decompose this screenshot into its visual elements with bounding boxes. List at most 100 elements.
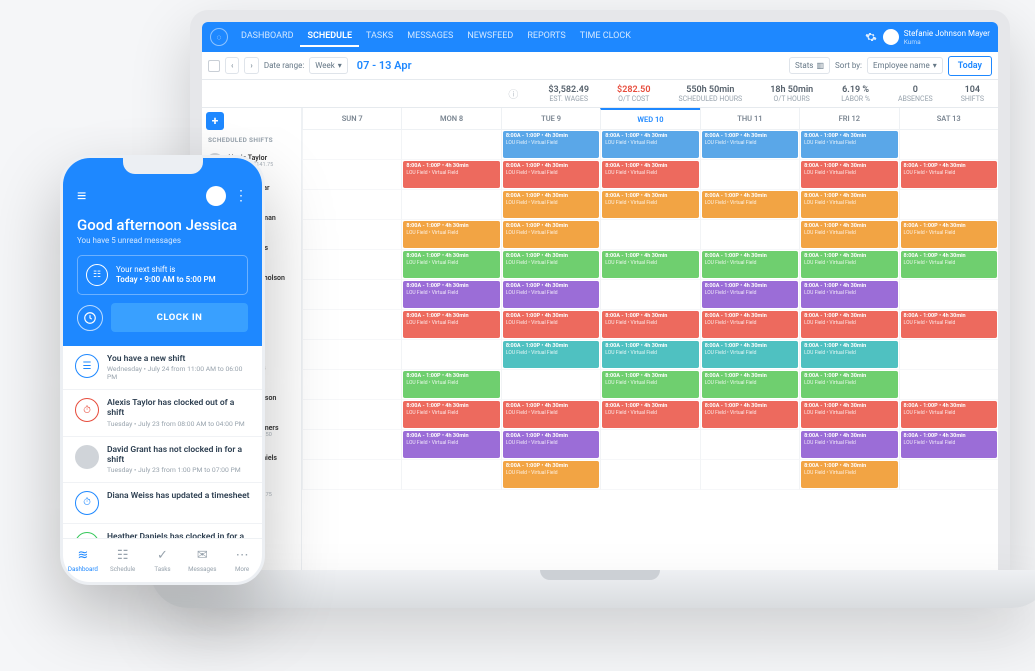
shift-block[interactable]: 8:00A - 1:00P • 4h 30minLOU Field • Virt… xyxy=(702,251,798,278)
shift-block[interactable]: 8:00A - 1:00P • 4h 30minLOU Field • Virt… xyxy=(901,431,997,458)
shift-cell[interactable]: 8:00A - 1:00P • 4h 30minLOU Field • Virt… xyxy=(700,130,799,160)
shift-cell[interactable] xyxy=(700,160,799,190)
shift-cell[interactable]: 8:00A - 1:00P • 4h 30minLOU Field • Virt… xyxy=(501,250,600,280)
shift-cell[interactable]: 8:00A - 1:00P • 4h 30minLOU Field • Virt… xyxy=(600,190,699,220)
shift-cell[interactable]: 8:00A - 1:00P • 4h 30minLOU Field • Virt… xyxy=(501,190,600,220)
shift-block[interactable]: 8:00A - 1:00P • 4h 30minLOU Field • Virt… xyxy=(702,311,798,338)
shift-cell[interactable] xyxy=(401,340,500,370)
shift-cell[interactable]: 8:00A - 1:00P • 4h 30minLOU Field • Virt… xyxy=(501,220,600,250)
shift-cell[interactable]: 8:00A - 1:00P • 4h 30minLOU Field • Virt… xyxy=(799,310,898,340)
shift-cell[interactable] xyxy=(302,220,401,250)
shift-block[interactable]: 8:00A - 1:00P • 4h 30minLOU Field • Virt… xyxy=(602,371,698,398)
day-header[interactable]: WED 10 xyxy=(600,108,699,129)
shift-cell[interactable] xyxy=(899,190,998,220)
shift-block[interactable]: 8:00A - 1:00P • 4h 30minLOU Field • Virt… xyxy=(801,281,897,308)
shift-cell[interactable] xyxy=(899,280,998,310)
shift-cell[interactable]: 8:00A - 1:00P • 4h 30minLOU Field • Virt… xyxy=(401,430,500,460)
shift-block[interactable]: 8:00A - 1:00P • 4h 30minLOU Field • Virt… xyxy=(702,371,798,398)
shift-block[interactable]: 8:00A - 1:00P • 4h 30minLOU Field • Virt… xyxy=(801,371,897,398)
day-header[interactable]: FRI 12 xyxy=(799,108,898,129)
shift-block[interactable]: 8:00A - 1:00P • 4h 30minLOU Field • Virt… xyxy=(403,251,499,278)
shift-block[interactable]: 8:00A - 1:00P • 4h 30minLOU Field • Virt… xyxy=(602,251,698,278)
nav-tab-dashboard[interactable]: DASHBOARD xyxy=(234,27,300,47)
shift-cell[interactable]: 8:00A - 1:00P • 4h 30minLOU Field • Virt… xyxy=(899,430,998,460)
shift-cell[interactable] xyxy=(700,220,799,250)
feed-item[interactable]: ☰You have a new shiftWednesday • July 24… xyxy=(63,346,262,390)
day-header[interactable]: SUN 7 xyxy=(302,108,401,129)
shift-cell[interactable]: 8:00A - 1:00P • 4h 30minLOU Field • Virt… xyxy=(401,160,500,190)
activity-feed[interactable]: ☰You have a new shiftWednesday • July 24… xyxy=(63,346,262,538)
shift-cell[interactable] xyxy=(600,460,699,490)
shift-block[interactable]: 8:00A - 1:00P • 4h 30minLOU Field • Virt… xyxy=(602,191,698,218)
shift-block[interactable]: 8:00A - 1:00P • 4h 30minLOU Field • Virt… xyxy=(503,131,599,158)
feed-item[interactable]: ⏱Alexis Taylor has clocked out of a shif… xyxy=(63,390,262,436)
shift-cell[interactable] xyxy=(899,370,998,400)
shift-cell[interactable]: 8:00A - 1:00P • 4h 30minLOU Field • Virt… xyxy=(501,340,600,370)
shift-cell[interactable]: 8:00A - 1:00P • 4h 30minLOU Field • Virt… xyxy=(501,460,600,490)
shift-cell[interactable] xyxy=(302,190,401,220)
bottom-nav-dashboard[interactable]: ≋Dashboard xyxy=(63,539,103,582)
shift-cell[interactable]: 8:00A - 1:00P • 4h 30minLOU Field • Virt… xyxy=(600,250,699,280)
shift-cell[interactable]: 8:00A - 1:00P • 4h 30minLOU Field • Virt… xyxy=(899,250,998,280)
shift-cell[interactable]: 8:00A - 1:00P • 4h 30minLOU Field • Virt… xyxy=(600,400,699,430)
shift-block[interactable]: 8:00A - 1:00P • 4h 30minLOU Field • Virt… xyxy=(801,251,897,278)
shift-block[interactable]: 8:00A - 1:00P • 4h 30minLOU Field • Virt… xyxy=(901,311,997,338)
shift-block[interactable]: 8:00A - 1:00P • 4h 30minLOU Field • Virt… xyxy=(503,311,599,338)
shift-cell[interactable]: 8:00A - 1:00P • 4h 30minLOU Field • Virt… xyxy=(799,130,898,160)
bottom-nav-messages[interactable]: ✉Messages xyxy=(182,539,222,582)
nav-tab-tasks[interactable]: TASKS xyxy=(359,27,400,47)
avatar-icon[interactable] xyxy=(206,186,226,206)
prev-week-button[interactable]: ‹ xyxy=(225,57,239,74)
shift-block[interactable]: 8:00A - 1:00P • 4h 30minLOU Field • Virt… xyxy=(702,131,798,158)
shift-cell[interactable]: 8:00A - 1:00P • 4h 30minLOU Field • Virt… xyxy=(799,280,898,310)
shift-block[interactable]: 8:00A - 1:00P • 4h 30minLOU Field • Virt… xyxy=(503,191,599,218)
shift-cell[interactable] xyxy=(302,310,401,340)
shift-cell[interactable] xyxy=(401,460,500,490)
shift-block[interactable]: 8:00A - 1:00P • 4h 30minLOU Field • Virt… xyxy=(403,311,499,338)
menu-icon[interactable]: ≡ xyxy=(77,186,86,206)
shift-cell[interactable] xyxy=(700,430,799,460)
shift-block[interactable]: 8:00A - 1:00P • 4h 30minLOU Field • Virt… xyxy=(602,401,698,428)
shift-cell[interactable]: 8:00A - 1:00P • 4h 30minLOU Field • Virt… xyxy=(501,130,600,160)
shift-block[interactable]: 8:00A - 1:00P • 4h 30minLOU Field • Virt… xyxy=(602,161,698,188)
add-shift-button[interactable]: + xyxy=(206,112,224,130)
shift-cell[interactable]: 8:00A - 1:00P • 4h 30minLOU Field • Virt… xyxy=(799,160,898,190)
shift-block[interactable]: 8:00A - 1:00P • 4h 30minLOU Field • Virt… xyxy=(503,461,599,488)
shift-block[interactable]: 8:00A - 1:00P • 4h 30minLOU Field • Virt… xyxy=(403,281,499,308)
nav-tab-schedule[interactable]: SCHEDULE xyxy=(300,27,359,47)
shift-cell[interactable] xyxy=(302,160,401,190)
shift-cell[interactable]: 8:00A - 1:00P • 4h 30minLOU Field • Virt… xyxy=(501,160,600,190)
shift-cell[interactable] xyxy=(401,130,500,160)
shift-cell[interactable]: 8:00A - 1:00P • 4h 30minLOU Field • Virt… xyxy=(899,160,998,190)
shift-cell[interactable]: 8:00A - 1:00P • 4h 30minLOU Field • Virt… xyxy=(501,400,600,430)
shift-block[interactable]: 8:00A - 1:00P • 4h 30minLOU Field • Virt… xyxy=(901,221,997,248)
shift-cell[interactable]: 8:00A - 1:00P • 4h 30minLOU Field • Virt… xyxy=(700,280,799,310)
feed-item[interactable]: ⏱Heather Daniels has clocked in for a sh… xyxy=(63,524,262,538)
shift-cell[interactable] xyxy=(899,340,998,370)
stats-toggle[interactable]: Stats ▥ xyxy=(789,57,830,74)
shift-block[interactable]: 8:00A - 1:00P • 4h 30minLOU Field • Virt… xyxy=(801,191,897,218)
next-week-button[interactable]: › xyxy=(244,57,258,74)
shift-block[interactable]: 8:00A - 1:00P • 4h 30minLOU Field • Virt… xyxy=(403,401,499,428)
shift-cell[interactable] xyxy=(600,430,699,460)
shift-cell[interactable] xyxy=(302,340,401,370)
shift-cell[interactable] xyxy=(700,460,799,490)
shift-cell[interactable]: 8:00A - 1:00P • 4h 30minLOU Field • Virt… xyxy=(401,310,500,340)
shift-block[interactable]: 8:00A - 1:00P • 4h 30minLOU Field • Virt… xyxy=(801,401,897,428)
shift-block[interactable]: 8:00A - 1:00P • 4h 30minLOU Field • Virt… xyxy=(503,431,599,458)
shift-block[interactable]: 8:00A - 1:00P • 4h 30minLOU Field • Virt… xyxy=(602,131,698,158)
day-header[interactable]: MON 8 xyxy=(401,108,500,129)
shift-block[interactable]: 8:00A - 1:00P • 4h 30minLOU Field • Virt… xyxy=(403,221,499,248)
day-header[interactable]: SAT 13 xyxy=(899,108,998,129)
shift-cell[interactable]: 8:00A - 1:00P • 4h 30minLOU Field • Virt… xyxy=(600,310,699,340)
shift-block[interactable]: 8:00A - 1:00P • 4h 30minLOU Field • Virt… xyxy=(503,341,599,368)
shift-block[interactable]: 8:00A - 1:00P • 4h 30minLOU Field • Virt… xyxy=(702,191,798,218)
shift-block[interactable]: 8:00A - 1:00P • 4h 30minLOU Field • Virt… xyxy=(503,251,599,278)
feed-item[interactable]: David Grant has not clocked in for a shi… xyxy=(63,437,262,483)
shift-cell[interactable]: 8:00A - 1:00P • 4h 30minLOU Field • Virt… xyxy=(899,310,998,340)
shift-cell[interactable]: 8:00A - 1:00P • 4h 30minLOU Field • Virt… xyxy=(600,130,699,160)
shift-cell[interactable] xyxy=(501,370,600,400)
shift-block[interactable]: 8:00A - 1:00P • 4h 30minLOU Field • Virt… xyxy=(901,401,997,428)
day-header[interactable]: THU 11 xyxy=(700,108,799,129)
shift-block[interactable]: 8:00A - 1:00P • 4h 30minLOU Field • Virt… xyxy=(602,341,698,368)
